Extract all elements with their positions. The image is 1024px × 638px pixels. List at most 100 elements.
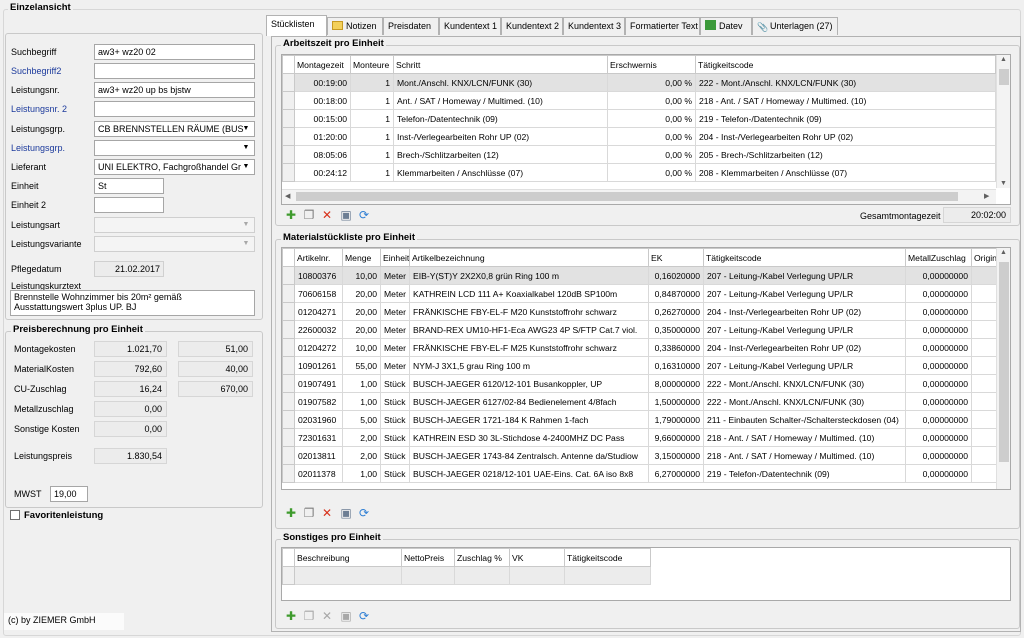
table-cell[interactable]: 0,00000000 bbox=[905, 392, 972, 411]
column-header[interactable]: Menge bbox=[342, 248, 381, 267]
save-icon[interactable]: ▣ bbox=[339, 208, 353, 222]
table-cell[interactable]: 0,00 % bbox=[607, 127, 696, 146]
row-selector[interactable] bbox=[282, 91, 295, 110]
column-header[interactable]: Montagezeit bbox=[294, 55, 351, 74]
row-selector[interactable] bbox=[282, 109, 295, 128]
tab-preisdaten[interactable]: Preisdaten bbox=[383, 17, 439, 35]
table-cell[interactable]: 01907582 bbox=[294, 392, 343, 411]
table-cell[interactable]: 0,00 % bbox=[607, 163, 696, 182]
table-cell[interactable]: 5,00 bbox=[342, 410, 381, 429]
table-cell[interactable]: BUSCH-JAEGER 1721-184 K Rahmen 1-fach bbox=[409, 410, 649, 429]
table-cell[interactable]: EIB-Y(ST)Y 2X2X0,8 grün Ring 100 m bbox=[409, 266, 649, 285]
table-cell[interactable]: 1,00 bbox=[342, 392, 381, 411]
table-cell[interactable]: Stück bbox=[380, 410, 410, 429]
table-cell[interactable]: BUSCH-JAEGER 1743-84 Zentralsch. Antenne… bbox=[409, 446, 649, 465]
row-selector[interactable] bbox=[282, 163, 295, 182]
new-row[interactable] bbox=[282, 566, 651, 585]
table-cell[interactable]: 00:18:00 bbox=[294, 91, 351, 110]
leistungsgrp-2-select[interactable]: ▼ bbox=[94, 140, 255, 156]
table-cell[interactable] bbox=[294, 566, 402, 585]
row-selector[interactable] bbox=[282, 73, 295, 92]
row-selector[interactable] bbox=[282, 145, 295, 164]
table-cell[interactable]: 218 - Ant. / SAT / Homeway / Multimed. (… bbox=[703, 428, 906, 447]
table-cell[interactable]: 0,00000000 bbox=[905, 428, 972, 447]
table-cell[interactable]: 0,00000000 bbox=[905, 356, 972, 375]
table-cell[interactable]: 2,00 bbox=[342, 428, 381, 447]
table-cell[interactable]: 20,00 bbox=[342, 302, 381, 321]
table-row[interactable]: 02011378 1,00 Stück BUSCH-JAEGER 0218/12-10… bbox=[282, 464, 1010, 483]
table-row[interactable]: 08:05:06 1 Brech-/Schlitzarbeiten (12) 0,00… bbox=[282, 145, 996, 164]
tab-datev[interactable]: Datev bbox=[700, 17, 752, 35]
table-row[interactable]: 70606158 20,00 Meter KATHREIN LCD 111 A+ Ko… bbox=[282, 284, 1010, 303]
copy-icon[interactable]: ❐ bbox=[302, 208, 316, 222]
table-cell[interactable]: Brech-/Schlitzarbeiten (12) bbox=[393, 145, 608, 164]
add-icon[interactable]: ✚ bbox=[284, 208, 298, 222]
table-cell[interactable]: 1 bbox=[350, 145, 394, 164]
table-cell[interactable]: 1 bbox=[350, 163, 394, 182]
table-cell[interactable]: KATHREIN LCD 111 A+ Koaxialkabel 120dB S… bbox=[409, 284, 649, 303]
column-header[interactable]: MetallZuschlag bbox=[905, 248, 972, 267]
row-selector[interactable] bbox=[282, 127, 295, 146]
table-row[interactable]: 22600032 20,00 Meter BRAND-REX UM10-HF1-Eca… bbox=[282, 320, 1010, 339]
scroll-up-icon[interactable]: ▲ bbox=[1000, 56, 1007, 63]
table-row[interactable]: 00:18:00 1 Ant. / SAT / Homeway / Multimed… bbox=[282, 91, 996, 110]
table-cell[interactable]: NYM-J 3X1,5 grau Ring 100 m bbox=[409, 356, 649, 375]
tab-unterlagen-27[interactable]: 📎 Unterlagen (27) bbox=[752, 17, 838, 35]
row-selector[interactable] bbox=[282, 566, 295, 585]
table-cell[interactable]: 20,00 bbox=[342, 284, 381, 303]
tab-kundentext-2[interactable]: Kundentext 2 bbox=[501, 17, 563, 35]
refresh-icon[interactable]: ⟳ bbox=[357, 506, 371, 520]
table-cell[interactable]: 1 bbox=[350, 127, 394, 146]
table-cell[interactable]: 1 bbox=[350, 91, 394, 110]
table-cell[interactable]: 00:24:12 bbox=[294, 163, 351, 182]
scroll-down-icon[interactable]: ▼ bbox=[1000, 180, 1007, 187]
table-cell[interactable]: 01:20:00 bbox=[294, 127, 351, 146]
tab-kundentext-3[interactable]: Kundentext 3 bbox=[563, 17, 625, 35]
table-cell[interactable]: 222 - Mont./Anschl. KNX/LCN/FUNK (30) bbox=[695, 73, 996, 92]
column-header[interactable]: Artikelbezeichnung bbox=[409, 248, 649, 267]
leistungsvariante-select[interactable]: ▼ bbox=[94, 236, 255, 252]
arbeitszeit-hscroll[interactable]: ◀ ▶ bbox=[282, 189, 996, 204]
table-cell[interactable]: 0,00 % bbox=[607, 73, 696, 92]
table-cell[interactable]: 0,00 % bbox=[607, 145, 696, 164]
einheit-input[interactable]: St bbox=[94, 178, 164, 194]
table-cell[interactable]: Meter bbox=[380, 284, 410, 303]
row-selector[interactable] bbox=[282, 338, 295, 357]
table-row[interactable]: 01907582 1,00 Stück BUSCH-JAEGER 6127/02-84… bbox=[282, 392, 1010, 411]
einheit-2-input[interactable] bbox=[94, 197, 164, 213]
table-cell[interactable]: 08:05:06 bbox=[294, 145, 351, 164]
table-cell[interactable]: 219 - Telefon-/Datentechnik (09) bbox=[703, 464, 906, 483]
table-cell[interactable]: 204 - Inst-/Verlegearbeiten Rohr UP (02) bbox=[703, 338, 906, 357]
kurztext-textarea[interactable]: Brennstelle Wohnzimmer bis 20m² gemäß Au… bbox=[10, 290, 255, 316]
table-cell[interactable]: Stück bbox=[380, 428, 410, 447]
table-cell[interactable]: 1,79000000 bbox=[648, 410, 704, 429]
tab-stücklisten[interactable]: Stücklisten bbox=[266, 15, 327, 36]
table-cell[interactable]: Stück bbox=[380, 446, 410, 465]
table-cell[interactable]: 20,00 bbox=[342, 320, 381, 339]
table-cell[interactable] bbox=[509, 566, 565, 585]
table-cell[interactable]: 72301631 bbox=[294, 428, 343, 447]
table-cell[interactable]: 01204271 bbox=[294, 302, 343, 321]
row-selector[interactable] bbox=[282, 446, 295, 465]
scroll-right-icon[interactable]: ▶ bbox=[984, 192, 989, 200]
table-cell[interactable]: FRÄNKISCHE FBY-EL-F M25 Kunststoffrohr s… bbox=[409, 338, 649, 357]
table-cell[interactable] bbox=[564, 566, 651, 585]
tab-notizen[interactable]: Notizen bbox=[327, 17, 383, 35]
table-cell[interactable]: 219 - Telefon-/Datentechnik (09) bbox=[695, 109, 996, 128]
table-row[interactable]: 72301631 2,00 Stück KATHREIN ESD 30 3L-Stic… bbox=[282, 428, 1010, 447]
table-cell[interactable]: Meter bbox=[380, 302, 410, 321]
refresh-icon[interactable]: ⟳ bbox=[357, 609, 371, 623]
column-header[interactable]: NettoPreis bbox=[401, 548, 455, 567]
add-icon[interactable]: ✚ bbox=[284, 609, 298, 623]
table-cell[interactable]: 222 - Mont./Anschl. KNX/LCN/FUNK (30) bbox=[703, 374, 906, 393]
table-cell[interactable]: 0,84870000 bbox=[648, 284, 704, 303]
table-cell[interactable]: 3,15000000 bbox=[648, 446, 704, 465]
table-cell[interactable]: BUSCH-JAEGER 6120/12-101 Busankoppler, U… bbox=[409, 374, 649, 393]
table-cell[interactable]: 207 - Leitung-/Kabel Verlegung UP/LR bbox=[703, 320, 906, 339]
chevron-down-icon[interactable]: ▼ bbox=[240, 238, 252, 250]
table-cell[interactable]: 8,00000000 bbox=[648, 374, 704, 393]
table-row[interactable]: 01:20:00 1 Inst-/Verlegearbeiten Rohr UP (… bbox=[282, 127, 996, 146]
column-header[interactable]: Tätigkeitscode bbox=[564, 548, 651, 567]
table-cell[interactable]: 0,00000000 bbox=[905, 464, 972, 483]
save-icon[interactable]: ▣ bbox=[339, 506, 353, 520]
